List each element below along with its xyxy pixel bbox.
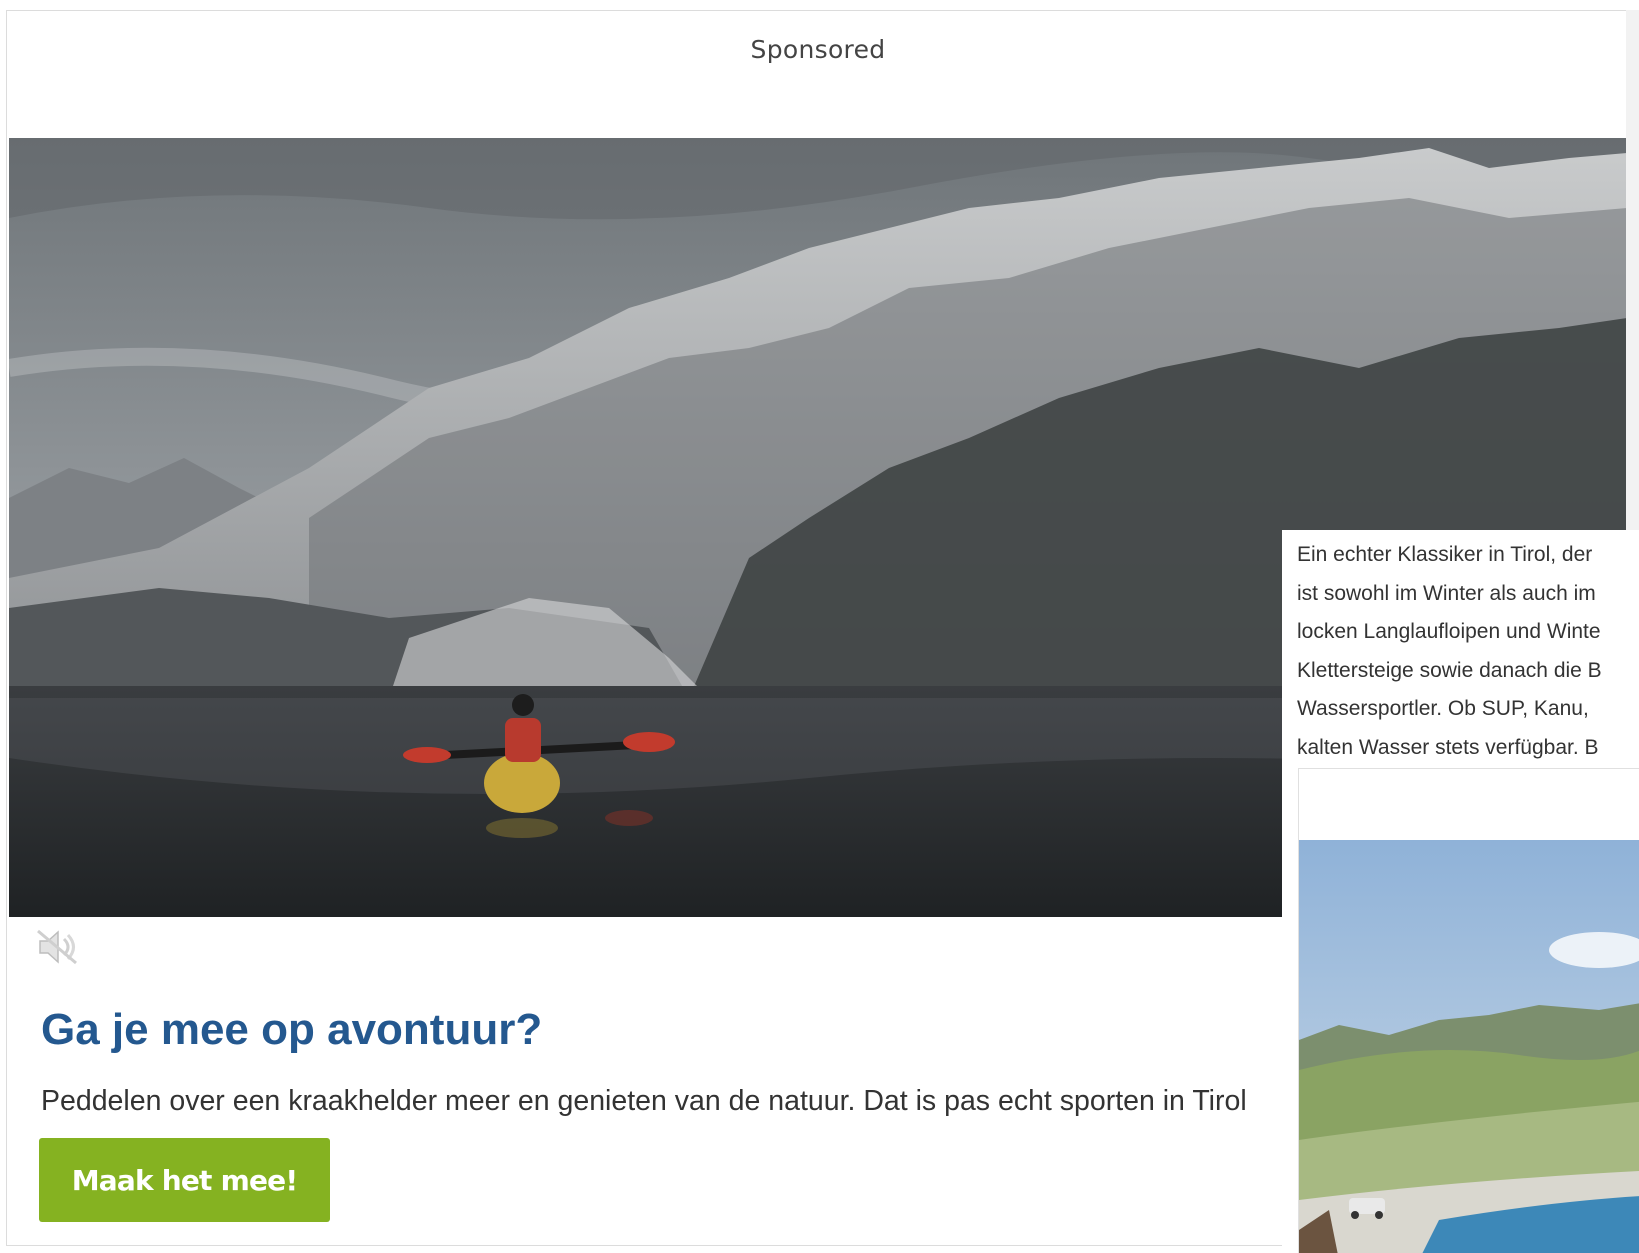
article-text: Ein echter Klassiker in Tirol, der ist s… [1282,536,1639,767]
article-panel: Ein echter Klassiker in Tirol, der ist s… [1282,530,1639,1253]
scrollbar-edge [1626,10,1639,530]
ad-description: Peddelen over een kraakhelder meer en ge… [41,1085,1247,1117]
muted-speaker-icon[interactable] [34,927,80,967]
ad-headline[interactable]: Ga je mee op avontuur? [41,1005,542,1055]
article-line: Wassersportler. Ob SUP, Kanu, [1297,697,1589,720]
article-line: Ein echter Klassiker in Tirol, der [1297,543,1593,566]
article-line: kalten Wasser stets verfügbar. B [1297,735,1599,759]
cta-button[interactable]: Maak het mee! [39,1138,330,1222]
article-line: locken Langlaufloipen und Winte [1297,620,1601,643]
article-line: Klettersteige sowie danach die B [1297,658,1602,682]
alpine-lake-image [1299,840,1639,1253]
article-line: ist sowohl im Winter als auch im [1297,581,1596,605]
sponsored-label: Sponsored [750,35,886,64]
